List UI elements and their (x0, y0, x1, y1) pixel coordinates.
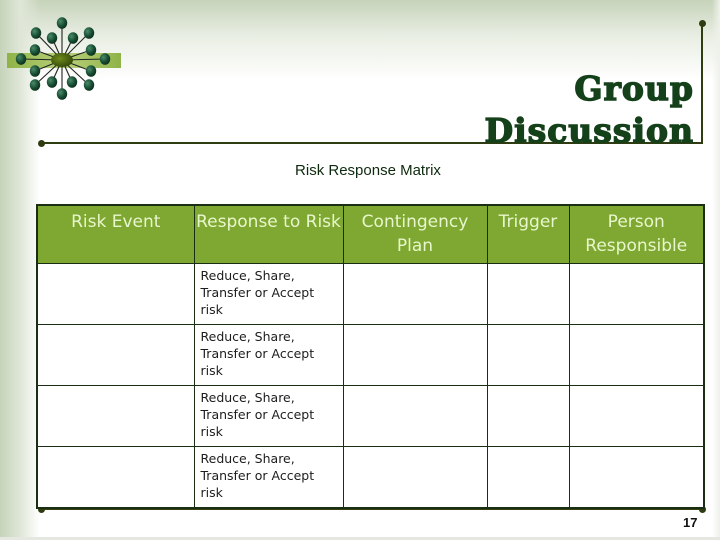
table-row: Reduce, Share, Transfer or Accept risk (36, 385, 705, 447)
frame-dot-top-left (38, 139, 45, 147)
cell-person-responsible (568, 446, 705, 509)
cell-person-responsible (568, 263, 705, 325)
cell-trigger (486, 263, 570, 325)
logo-node (29, 79, 41, 91)
logo-node (46, 76, 58, 88)
logo-node (66, 76, 78, 88)
logo-node (29, 44, 41, 56)
cell-trigger (486, 385, 570, 447)
cell-person-responsible (568, 385, 705, 447)
logo-node (99, 53, 111, 65)
logo-node (83, 27, 95, 39)
cell-person-responsible (568, 324, 705, 386)
cell-contingency-plan (342, 385, 488, 447)
logo-hub (51, 53, 73, 67)
cell-response-to-risk: Reduce, Share, Transfer or Accept risk (193, 446, 344, 509)
network-hub-icon (7, 17, 121, 100)
risk-response-matrix: Risk Event Response to Risk Contingency … (36, 204, 705, 509)
logo-node (56, 88, 68, 100)
logo-node (30, 27, 42, 39)
cell-contingency-plan (342, 324, 488, 386)
cell-contingency-plan (342, 263, 488, 325)
logo-node (67, 32, 79, 44)
frame-vertical-line (701, 23, 703, 144)
slide-title: Group Discussion (484, 68, 694, 152)
logo-node (83, 79, 95, 91)
cell-risk-event (36, 324, 195, 386)
cell-trigger (486, 446, 570, 509)
table-header-row: Risk Event Response to Risk Contingency … (36, 204, 705, 264)
table-row: Reduce, Share, Transfer or Accept risk (36, 263, 705, 325)
header-person-responsible: Person Responsible (568, 204, 705, 264)
cell-contingency-plan (342, 446, 488, 509)
table-caption: Risk Response Matrix (295, 162, 441, 179)
cell-risk-event (36, 446, 195, 509)
table-row: Reduce, Share, Transfer or Accept risk (36, 446, 705, 509)
header-risk-event: Risk Event (36, 204, 195, 264)
background-right-edge (712, 0, 720, 540)
cell-risk-event (36, 263, 195, 325)
logo-node (46, 32, 58, 44)
cell-risk-event (36, 385, 195, 447)
logo-node (85, 44, 97, 56)
cell-response-to-risk: Reduce, Share, Transfer or Accept risk (193, 263, 344, 325)
header-response-to-risk: Response to Risk (193, 204, 344, 264)
cell-response-to-risk: Reduce, Share, Transfer or Accept risk (193, 385, 344, 447)
frame-dot-top-right (698, 20, 706, 27)
logo-node (15, 53, 27, 65)
header-contingency-plan: Contingency Plan (342, 204, 488, 264)
table-row: Reduce, Share, Transfer or Accept risk (36, 324, 705, 386)
logo-node (56, 17, 68, 29)
logo-node (29, 65, 41, 77)
cell-response-to-risk: Reduce, Share, Transfer or Accept risk (193, 324, 344, 386)
title-line-1: Group (574, 68, 694, 108)
header-trigger: Trigger (486, 204, 570, 264)
title-line-2: Discussion (484, 110, 694, 150)
page-number: 17 (683, 515, 698, 530)
logo-node (85, 65, 97, 77)
cell-trigger (486, 324, 570, 386)
